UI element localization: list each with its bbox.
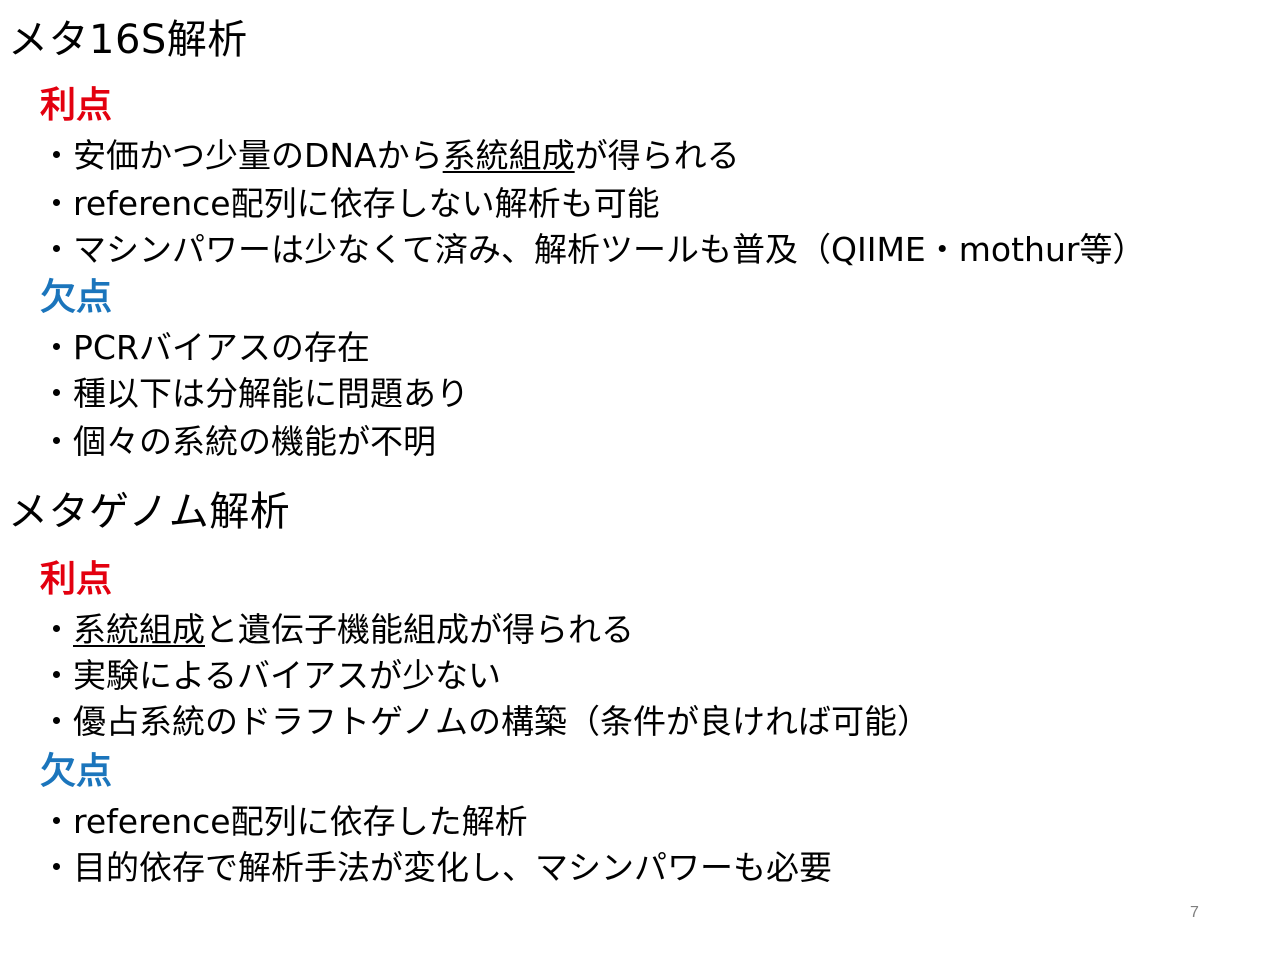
advantage-item-1-metagenome: ・系統組成と遺伝子機能組成が得られる [40,608,634,652]
advantage-item-3-metagenome: ・優占系統のドラフトゲノムの構築（条件が良ければ可能） [40,702,931,741]
page-number: 7 [1190,904,1199,921]
advantage-item-1-meta16s: ・安価かつ少量のDNAから系統組成が得られる [40,134,740,178]
disadvantage-item-2-meta16s: ・種以下は分解能に問題あり [40,374,469,413]
advantages-heading-metagenome: 利点 [40,559,113,600]
advantage-item-3-meta16s: ・マシンパワーは少なくて済み、解析ツールも普及（QIIME・mothur等） [40,230,1146,269]
disadvantage-item-2-metagenome: ・目的依存で解析手法が変化し、マシンパワーも必要 [40,848,832,887]
disadvantage-item-1-meta16s: ・PCRバイアスの存在 [40,328,370,367]
disadvantage-item-1-metagenome: ・reference配列に依存した解析 [40,802,528,841]
disadvantages-heading-meta16s: 欠点 [40,277,113,318]
advantage-item-1-suffix: が得られる [574,136,740,175]
advantage-item-2-metagenome: ・実験によるバイアスが少ない [40,656,502,695]
disadvantages-heading-metagenome: 欠点 [40,751,113,792]
advantage-item-2-meta16s: ・reference配列に依存しない解析も可能 [40,184,660,223]
disadvantage-item-3-meta16s: ・個々の系統の機能が不明 [40,422,436,461]
underlined-term: 系統組成 [442,136,575,175]
section-title-meta16s: メタ16S解析 [8,17,248,63]
advantages-heading-meta16s: 利点 [40,85,113,126]
section-title-metagenome: メタゲノム解析 [8,489,291,535]
underlined-term: 系統組成 [73,610,205,649]
advantage-item-1-prefix: ・ [40,610,73,649]
advantage-item-1-suffix: と遺伝子機能組成が得られる [205,610,634,649]
advantage-item-1-prefix: ・安価かつ少量のDNAから [40,136,443,175]
